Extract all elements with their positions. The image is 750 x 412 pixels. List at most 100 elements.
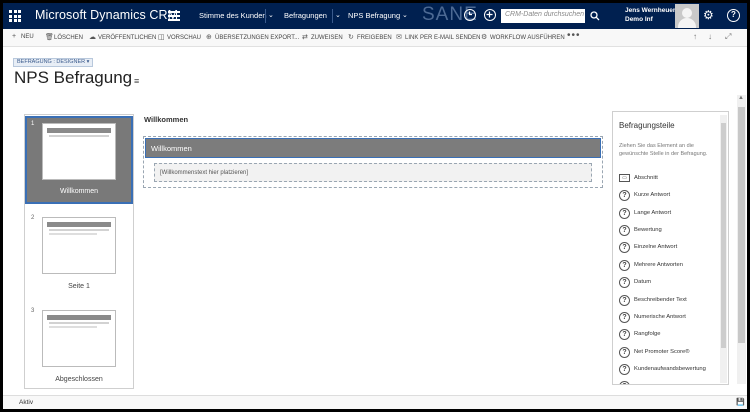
app-launcher-icon[interactable]	[9, 10, 21, 22]
avatar[interactable]	[675, 4, 699, 28]
list-menu-icon[interactable]: ≡	[134, 76, 139, 86]
delete-button[interactable]: 🗑LÖSCHEN	[45, 33, 83, 41]
more-commands-button[interactable]: •••	[567, 30, 581, 41]
placeholder-label: [Willkommenstext hier platzieren]	[160, 170, 249, 176]
email-link-icon: ✉	[396, 34, 402, 41]
question-icon: ?	[619, 347, 630, 358]
main-scrollbar[interactable]: ▲	[737, 95, 746, 384]
part-item-kurze-antwort[interactable]: ? Kurze Antwort	[619, 190, 719, 204]
search-placeholder: CRM-Daten durchsuchen	[505, 11, 584, 18]
nav-entity[interactable]: Befragungen	[284, 11, 327, 20]
scroll-up-arrow-icon[interactable]: ▲	[738, 95, 744, 101]
question-icon: ?	[619, 260, 630, 271]
section-header[interactable]: Willkommen	[145, 138, 601, 158]
avatar-head-shape	[682, 8, 692, 18]
page-name: Seite 1	[68, 283, 90, 290]
page-number: 2	[31, 215, 35, 221]
parts-scrollbar-thumb[interactable]	[721, 123, 726, 348]
part-item-rangfolge[interactable]: ? Rangfolge	[619, 329, 719, 343]
user-name: Jens Wernheuer	[625, 7, 676, 14]
part-item-beschreibender-text[interactable]: ? Beschreibender Text	[619, 295, 719, 309]
page-card-seite-1[interactable]: 2 Seite 1	[25, 210, 133, 298]
hamburger-menu-icon[interactable]	[168, 11, 180, 21]
page-number: 1	[31, 121, 35, 127]
part-item-datum[interactable]: ? Datum	[619, 277, 719, 291]
export-translations-button[interactable]: ⊕ ÜBERSETZUNGEN EXPORT...	[206, 33, 299, 41]
welcome-text-placeholder[interactable]: [Willkommenstext hier platzieren]	[154, 163, 592, 182]
workflow-icon: ⚙	[481, 34, 488, 41]
question-icon: ?	[619, 312, 630, 323]
chevron-down-icon[interactable]: ⌄	[402, 11, 408, 19]
main-scrollbar-thumb[interactable]	[738, 107, 745, 343]
parts-scrollbar[interactable]	[720, 115, 727, 383]
question-icon: ?	[619, 190, 630, 201]
avatar-body-shape	[678, 18, 696, 28]
record-status: Aktiv	[19, 399, 34, 406]
help-icon[interactable]: ?	[727, 9, 740, 22]
nav-record[interactable]: NPS Befragung	[348, 11, 400, 20]
trash-icon: 🗑	[45, 34, 54, 41]
new-button[interactable]: + NEU	[12, 33, 34, 40]
app-frame: Microsoft Dynamics CRM Stimme des Kunden…	[3, 3, 747, 409]
create-plus-icon[interactable]	[484, 9, 496, 21]
clock-icon[interactable]	[464, 9, 476, 21]
search-input[interactable]: CRM-Daten durchsuchen	[501, 9, 585, 23]
run-workflow-button[interactable]: ⚙ WORKFLOW AUSFÜHREN	[481, 33, 565, 41]
part-item-kundenaufwandsbewertung[interactable]: ? Kundenaufwandsbewertung	[619, 364, 719, 378]
part-item-net-promoter-score[interactable]: ? Net Promoter Score®	[619, 347, 719, 361]
user-info[interactable]: Jens Wernheuer Demo Inf	[625, 6, 675, 24]
chevron-down-icon[interactable]: ⌄	[335, 11, 341, 19]
form-selector[interactable]: BEFRAGUNG : DESIGNER ▾	[13, 58, 94, 67]
question-icon: ?	[619, 295, 630, 306]
assign-icon: ⇄	[302, 34, 308, 41]
page-thumbnail	[42, 123, 116, 180]
save-icon[interactable]: 💾	[736, 398, 745, 406]
user-org: Demo Inf	[625, 16, 653, 23]
plus-icon: +	[12, 33, 17, 40]
question-icon: ?	[619, 364, 630, 375]
page-card-willkommen[interactable]: 1 Willkommen	[25, 116, 133, 204]
email-link-button[interactable]: ✉ LINK PER E-MAIL SENDEN	[396, 33, 480, 41]
parts-hint: Ziehen Sie das Element an die gewünschte…	[619, 143, 708, 157]
translate-icon: ⊕	[206, 34, 212, 41]
question-icon: ?	[619, 277, 630, 288]
share-icon: ↻	[348, 34, 354, 41]
assign-button[interactable]: ⇄ ZUWEISEN	[302, 33, 343, 41]
question-icon: ?	[619, 381, 630, 384]
part-item-abschnitt[interactable]: ▭ Abschnitt	[619, 173, 719, 187]
nav-area[interactable]: Stimme des Kunden	[199, 11, 267, 20]
nav-separator	[265, 9, 266, 23]
status-bar: Aktiv 💾	[3, 395, 747, 409]
part-item-lange-antwort[interactable]: ? Lange Antwort	[619, 208, 719, 222]
publish-button[interactable]: ☁ VERÖFFENTLICHEN	[89, 33, 156, 41]
part-item-numerische-antwort[interactable]: ? Numerische Antwort	[619, 312, 719, 326]
page-name: Willkommen	[59, 188, 99, 195]
part-item-einzelne-antwort[interactable]: ? Einzelne Antwort	[619, 242, 719, 256]
page-card-abgeschlossen[interactable]: 3 Abgeschlossen	[25, 303, 133, 391]
survey-pages-panel: 1 Willkommen 2 Seite 1 3 Abgeschlossen	[24, 114, 134, 389]
preview-icon: ◫	[158, 34, 165, 41]
gear-icon[interactable]: ⚙	[703, 8, 714, 22]
part-item-bewertung[interactable]: ? Bewertung	[619, 225, 719, 239]
part-item-partial[interactable]: ?	[619, 381, 719, 384]
page-number: 3	[31, 308, 35, 314]
part-item-mehrere-antworten[interactable]: ? Mehrere Antworten	[619, 260, 719, 274]
page-thumbnail	[42, 217, 116, 274]
page-name: Abgeschlossen	[55, 376, 103, 383]
preview-button[interactable]: ◫ VORSCHAU	[158, 33, 201, 41]
question-icon: ?	[619, 329, 630, 340]
expand-icon[interactable]: ⤢	[725, 32, 731, 42]
top-navigation-bar: Microsoft Dynamics CRM Stimme des Kunden…	[3, 3, 747, 29]
arrow-up-icon[interactable]: ↑	[693, 32, 697, 41]
share-button[interactable]: ↻ FREIGEBEN	[348, 33, 392, 41]
chevron-down-icon[interactable]: ⌄	[268, 11, 274, 19]
page-title: NPS Befragung	[14, 68, 133, 87]
survey-section[interactable]: Willkommen [Willkommenstext hier platzie…	[143, 136, 603, 188]
search-icon[interactable]	[590, 11, 600, 21]
command-bar: + NEU 🗑LÖSCHEN ☁ VERÖFFENTLICHEN ◫ VORSCHAU…	[3, 29, 747, 47]
canvas-page-title: Willkommen	[144, 115, 189, 124]
section-icon: ▭	[619, 174, 630, 182]
cloud-upload-icon: ☁	[89, 34, 96, 41]
arrow-down-icon[interactable]: ↓	[708, 32, 712, 41]
app-brand: Microsoft Dynamics CRM	[35, 8, 179, 22]
